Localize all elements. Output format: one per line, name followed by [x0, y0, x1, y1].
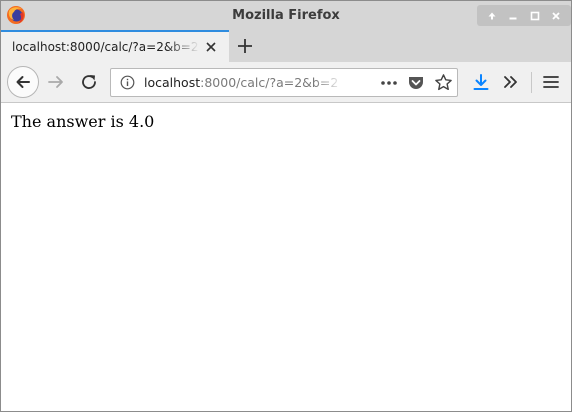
- maximize-icon[interactable]: [526, 7, 544, 25]
- minimize-icon[interactable]: [504, 7, 522, 25]
- url-path: :8000/calc/?a=2&b=2: [200, 75, 339, 90]
- navigation-toolbar: localhost:8000/calc/?a=2&b=2: [1, 62, 571, 103]
- back-button[interactable]: [7, 66, 39, 98]
- new-tab-icon[interactable]: [235, 36, 255, 56]
- title-bar[interactable]: Mozilla Firefox: [1, 1, 571, 30]
- url-bar[interactable]: localhost:8000/calc/?a=2&b=2: [110, 68, 458, 97]
- tab-close-icon[interactable]: [204, 40, 218, 54]
- overflow-chevron-icon[interactable]: [501, 72, 521, 92]
- tab-strip: localhost:8000/calc/?a=2&b=2: [1, 30, 571, 62]
- url-host: localhost: [144, 75, 201, 90]
- url-text[interactable]: localhost:8000/calc/?a=2&b=2: [144, 75, 344, 90]
- forward-arrow-icon[interactable]: [46, 72, 66, 92]
- back-arrow-icon: [16, 76, 30, 88]
- tab-calc[interactable]: localhost:8000/calc/?a=2&b=2: [1, 30, 229, 62]
- toolbar-separator: [531, 72, 532, 93]
- page-content: The answer is 4.0: [1, 103, 571, 411]
- browser-window: Mozilla Firefox localhost:8000/calc/?a=2…: [0, 0, 572, 412]
- tab-title: localhost:8000/calc/?a=2&b=2: [12, 40, 199, 54]
- pocket-icon[interactable]: [407, 74, 425, 92]
- bookmark-star-icon[interactable]: [434, 73, 453, 92]
- info-icon[interactable]: [120, 75, 135, 90]
- window-controls: [477, 5, 571, 26]
- download-icon[interactable]: [471, 72, 491, 92]
- answer-text: The answer is 4.0: [11, 112, 155, 131]
- hamburger-menu-icon[interactable]: [541, 72, 561, 92]
- reload-icon[interactable]: [79, 72, 99, 92]
- page-actions-icon[interactable]: [379, 74, 399, 92]
- up-arrow-icon[interactable]: [483, 7, 501, 25]
- close-icon[interactable]: [547, 7, 565, 25]
